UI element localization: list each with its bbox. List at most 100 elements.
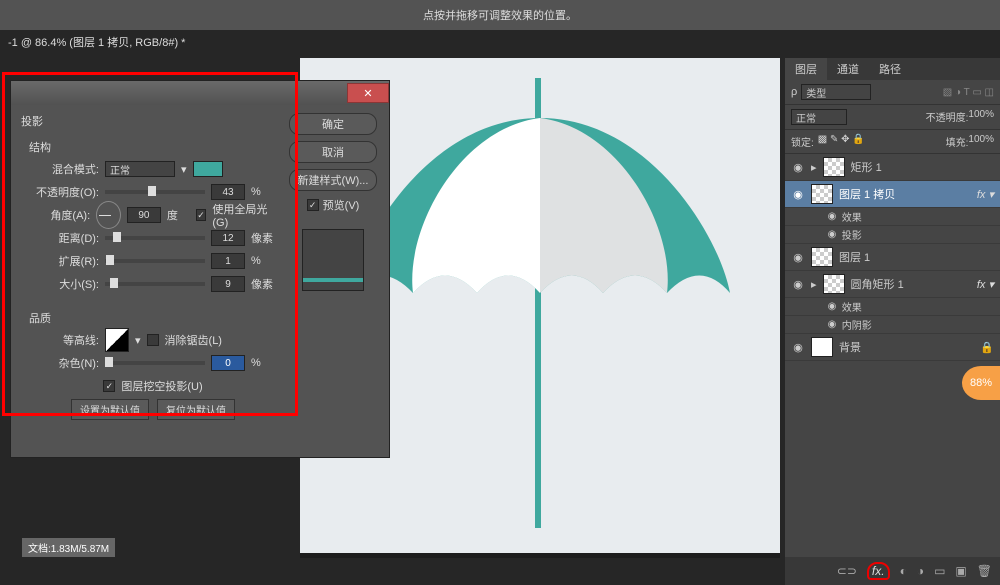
document-tab[interactable]: -1 @ 86.4% (图层 1 拷贝, RGB/8#) *	[0, 30, 193, 54]
size-unit: 像素	[251, 276, 277, 292]
mask-icon[interactable]: ◐	[900, 564, 907, 578]
layer-name: 背景	[839, 339, 861, 355]
fx-sublayer[interactable]: ◉ 效果	[785, 298, 1000, 316]
fill-value[interactable]: 100%	[968, 134, 994, 149]
layer-thumb[interactable]	[811, 337, 833, 357]
fx-sublayer[interactable]: ◉ 内阴影	[785, 316, 1000, 334]
layer-row[interactable]: ◉ 图层 1 拷贝 fx ▾	[785, 181, 1000, 208]
layer-row[interactable]: ◉ ▸ 矩形 1	[785, 154, 1000, 181]
group-icon[interactable]: ▭	[934, 564, 945, 578]
fx-badge[interactable]: fx ▾	[977, 188, 994, 201]
size-input[interactable]	[211, 276, 245, 292]
preview-label: 预览(V)	[323, 197, 360, 213]
knockout-checkbox[interactable]	[103, 380, 115, 392]
tab-paths[interactable]: 路径	[869, 58, 911, 80]
chevron-down-icon[interactable]: ▾	[135, 334, 141, 347]
doc-size-status: 文档:1.83M/5.87M	[22, 538, 115, 557]
opacity-panel-value[interactable]: 100%	[968, 109, 994, 125]
visibility-icon[interactable]: ◉	[825, 229, 839, 240]
lock-label: 锁定:	[791, 134, 814, 149]
layer-name: 圆角矩形 1	[851, 276, 904, 292]
search-icon[interactable]: ρ	[791, 86, 797, 98]
blendmode-label: 混合模式:	[29, 161, 99, 177]
link-icon[interactable]: ⊂⊃	[837, 564, 857, 578]
angle-input[interactable]	[127, 207, 161, 223]
new-layer-icon[interactable]: ▣	[955, 564, 966, 578]
preview-swatch	[302, 229, 364, 291]
noise-unit: %	[251, 357, 277, 369]
fill-label: 填充:	[946, 134, 969, 149]
visibility-icon[interactable]: ◉	[825, 319, 839, 330]
distance-unit: 像素	[251, 230, 277, 246]
opacity-input[interactable]	[211, 184, 245, 200]
spread-unit: %	[251, 255, 277, 267]
global-light-checkbox[interactable]	[196, 209, 207, 221]
close-icon[interactable]: ✕	[347, 83, 389, 103]
layer-thumb[interactable]	[823, 157, 845, 177]
layer-name: 矩形 1	[851, 159, 882, 175]
global-light-label: 使用全局光 (G)	[212, 201, 277, 229]
tab-layers[interactable]: 图层	[785, 58, 827, 80]
opacity-slider[interactable]	[105, 190, 205, 194]
visibility-icon[interactable]: ◉	[825, 301, 839, 312]
noise-input[interactable]	[211, 355, 245, 371]
progress-badge: 88%	[962, 366, 1000, 400]
preview-checkbox[interactable]	[307, 199, 319, 211]
trash-icon[interactable]: 🗑	[977, 564, 992, 578]
spread-input[interactable]	[211, 253, 245, 269]
dialog-titlebar[interactable]: ✕	[11, 81, 389, 105]
size-slider[interactable]	[105, 282, 205, 286]
lock-icons[interactable]: ▩ ✎ ✥ 🔒	[818, 134, 865, 149]
visibility-icon[interactable]: ◉	[791, 161, 805, 174]
shadow-color-swatch[interactable]	[193, 161, 223, 177]
blend-select[interactable]: 正常	[791, 109, 847, 125]
cancel-button[interactable]: 取消	[289, 141, 377, 163]
reset-default-button[interactable]: 复位为默认值	[157, 399, 235, 420]
ok-button[interactable]: 确定	[289, 113, 377, 135]
spread-label: 扩展(R):	[29, 253, 99, 269]
adjustment-icon[interactable]: ◑	[917, 564, 924, 578]
distance-slider[interactable]	[105, 236, 205, 240]
layer-thumb[interactable]	[811, 247, 833, 267]
layer-row[interactable]: ◉ 图层 1	[785, 244, 1000, 271]
options-bar: 点按并拖移可调整效果的位置。	[0, 0, 1000, 30]
panel-footer: ⊂⊃ fx. ◐ ◑ ▭ ▣ 🗑	[785, 557, 1000, 585]
fx-sublayer[interactable]: ◉ 投影	[785, 226, 1000, 244]
opacity-panel-label: 不透明度:	[926, 109, 969, 125]
antialias-label: 消除锯齿(L)	[165, 332, 222, 348]
filter-icons[interactable]: ▧ ◑ T ▭ ◫	[943, 87, 994, 98]
filter-type-select[interactable]: 类型	[801, 84, 871, 100]
visibility-icon[interactable]: ◉	[825, 211, 839, 222]
layer-row[interactable]: ◉ ▸ 圆角矩形 1 fx ▾	[785, 271, 1000, 298]
contour-label: 等高线:	[29, 332, 99, 348]
visibility-icon[interactable]: ◉	[791, 341, 805, 354]
visibility-icon[interactable]: ◉	[791, 278, 805, 291]
layer-thumb[interactable]	[823, 274, 845, 294]
blendmode-select[interactable]: 正常	[105, 161, 175, 177]
hint-text: 点按并拖移可调整效果的位置。	[423, 7, 577, 23]
layer-thumb[interactable]	[811, 184, 833, 204]
opacity-label: 不透明度(O):	[29, 184, 99, 200]
layer-row[interactable]: ◉ 背景 🔒	[785, 334, 1000, 361]
spread-slider[interactable]	[105, 259, 205, 263]
chevron-down-icon[interactable]: ▾	[181, 163, 187, 176]
distance-input[interactable]	[211, 230, 245, 246]
set-default-button[interactable]: 设置为默认值	[71, 399, 149, 420]
angle-unit: 度	[167, 207, 190, 223]
tab-channels[interactable]: 通道	[827, 58, 869, 80]
fx-sublayer[interactable]: ◉ 效果	[785, 208, 1000, 226]
chevron-right-icon[interactable]: ▸	[811, 278, 817, 291]
layers-panel: 图层 通道 路径 ρ 类型 ▧ ◑ T ▭ ◫ 正常 不透明度: 100% 锁定…	[785, 58, 1000, 585]
chevron-right-icon[interactable]: ▸	[811, 161, 817, 174]
visibility-icon[interactable]: ◉	[791, 188, 805, 201]
fx-menu-button[interactable]: fx.	[867, 562, 890, 580]
fx-badge[interactable]: fx ▾	[977, 278, 994, 291]
angle-dial[interactable]	[96, 201, 121, 229]
noise-slider[interactable]	[105, 361, 205, 365]
new-style-button[interactable]: 新建样式(W)...	[289, 169, 377, 191]
quality-label: 品质	[29, 310, 277, 326]
antialias-checkbox[interactable]	[147, 334, 159, 346]
contour-picker[interactable]	[105, 328, 129, 352]
visibility-icon[interactable]: ◉	[791, 251, 805, 264]
distance-label: 距离(D):	[29, 230, 99, 246]
